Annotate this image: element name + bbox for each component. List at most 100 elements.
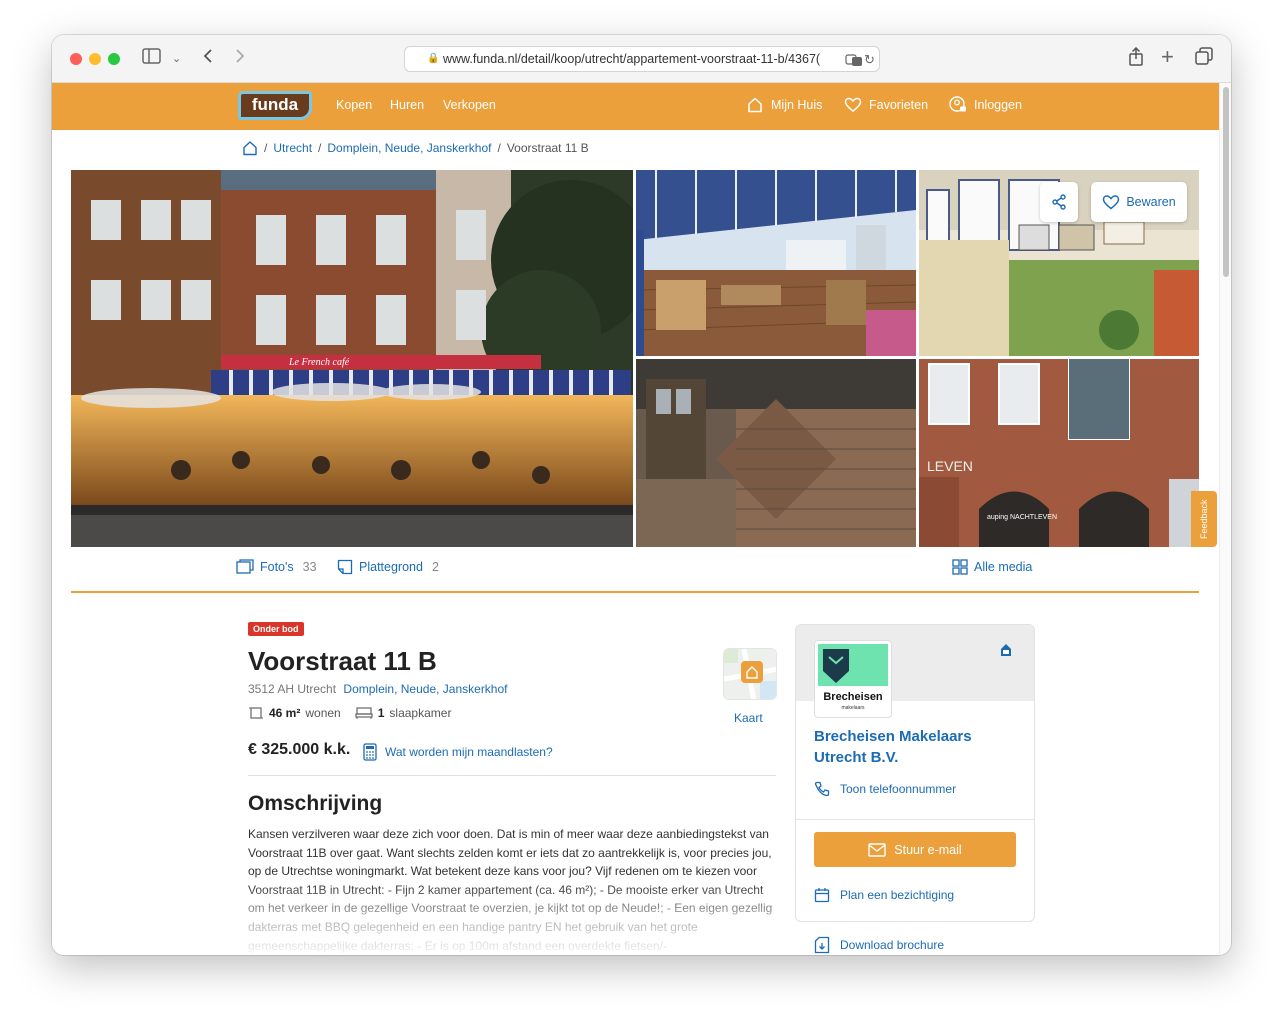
home-icon[interactable] xyxy=(242,140,258,156)
heart-icon xyxy=(844,97,862,112)
breadcrumb-neighbourhood[interactable]: Domplein, Neude, Janskerkhof xyxy=(327,141,491,155)
breadcrumb-current: Voorstraat 11 B xyxy=(506,141,589,155)
photos-link[interactable]: Foto's 33 xyxy=(236,559,317,575)
address-bar[interactable]: 🔒 www.funda.nl/detail/koop/utrecht/appar… xyxy=(404,46,880,72)
all-media-link[interactable]: Alle media xyxy=(952,559,1032,575)
photos-label: Foto's xyxy=(260,560,294,574)
facade-photo[interactable]: LEVEN auping NACHTLEVEN xyxy=(919,359,1199,547)
floorplan-label: Plattegrond xyxy=(359,560,423,574)
nav-login-label: Inloggen xyxy=(974,98,1022,112)
main-photo[interactable]: Le French café xyxy=(71,170,633,547)
mail-icon xyxy=(868,842,886,857)
listing-address: 3512 AH Utrecht Domplein, Neude, Jansker… xyxy=(248,682,508,696)
media-bar: Foto's 33 Plattegrond 2 Alle media xyxy=(52,547,1219,591)
page-viewport: funda Kopen Huren Verkopen Mijn Huis Fav… xyxy=(52,83,1219,955)
back-icon[interactable] xyxy=(202,47,214,71)
sidebar-toggle-icon[interactable] xyxy=(142,47,162,71)
description-heading: Omschrijving xyxy=(248,792,383,815)
photos-count: 33 xyxy=(302,560,317,574)
save-button-label: Bewaren xyxy=(1126,195,1176,209)
neighbourhood-link[interactable]: Domplein, Neude, Janskerkhof xyxy=(343,682,507,696)
description-fade xyxy=(248,883,788,955)
plan-viewing-label: Plan een bezichtiging xyxy=(840,888,955,902)
page-scrollbar[interactable] xyxy=(1219,83,1231,955)
zoom-window-button[interactable] xyxy=(108,53,120,65)
breadcrumb-separator: / xyxy=(318,141,322,155)
send-email-button[interactable]: Stuur e-mail xyxy=(814,832,1016,867)
living-area-feature: 46 m² wonen xyxy=(248,705,341,721)
floorplan-count: 2 xyxy=(431,560,439,574)
agent-divider xyxy=(796,819,1034,820)
map-link[interactable]: Kaart xyxy=(734,711,763,725)
living-area-value: 46 m² xyxy=(269,706,301,720)
agent-logo-subtext: makelaars xyxy=(841,705,865,711)
floorplan-link[interactable]: Plattegrond 2 xyxy=(337,559,439,575)
nav-verkopen[interactable]: Verkopen xyxy=(443,98,496,112)
nav-my-house-label: Mijn Huis xyxy=(771,98,823,112)
facade-lettering: LEVEN xyxy=(927,458,973,474)
minimize-window-button[interactable] xyxy=(89,53,101,65)
forward-icon[interactable] xyxy=(234,47,246,71)
close-window-button[interactable] xyxy=(70,53,82,65)
breadcrumb-separator: / xyxy=(497,141,501,155)
living-area-label: wonen xyxy=(305,706,341,720)
postcode-city: 3512 AH Utrecht xyxy=(248,682,337,696)
url-text: www.funda.nl/detail/koop/utrecht/apparte… xyxy=(443,52,821,66)
nav-login[interactable]: Inloggen xyxy=(949,96,1022,114)
heart-icon xyxy=(1103,195,1120,210)
agent-logo[interactable]: Brecheisen makelaars xyxy=(814,640,892,718)
monthly-costs-label: Wat worden mijn maandlasten? xyxy=(385,745,553,759)
nav-my-house[interactable]: Mijn Huis xyxy=(746,96,822,114)
scrollbar-thumb[interactable] xyxy=(1223,87,1229,277)
entrance-photo[interactable] xyxy=(636,359,916,547)
feedback-tab[interactable]: Feedback xyxy=(1191,491,1217,547)
download-brochure-link[interactable]: Download brochure xyxy=(814,936,944,954)
map-thumbnail[interactable] xyxy=(723,648,777,700)
agent-logo-text: Brecheisen xyxy=(823,691,883,703)
breadcrumb-utrecht[interactable]: Utrecht xyxy=(273,141,312,155)
save-button[interactable]: Bewaren xyxy=(1091,182,1187,222)
monthly-costs-link[interactable]: Wat worden mijn maandlasten? xyxy=(363,743,553,761)
nav-favorites[interactable]: Favorieten xyxy=(844,96,928,114)
photo-gallery: Le French café LEVEN auping NACHTLEVEN B… xyxy=(71,170,1199,547)
house-icon xyxy=(748,97,762,113)
user-lock-icon xyxy=(949,96,966,112)
terrace-photo[interactable] xyxy=(636,170,916,356)
chevron-down-icon[interactable]: ⌄ xyxy=(172,47,181,71)
breadcrumb: / Utrecht / Domplein, Neude, Janskerkhof… xyxy=(242,140,589,156)
photos-icon xyxy=(236,559,254,574)
listing-title: Voorstraat 11 B xyxy=(248,646,437,676)
bedrooms-label: slaapkamer xyxy=(389,706,452,720)
nav-favorites-label: Favorieten xyxy=(869,98,929,112)
new-tab-icon[interactable]: + xyxy=(1161,45,1174,69)
show-phone-link[interactable]: Toon telefoonnummer xyxy=(814,781,956,797)
download-document-icon xyxy=(814,936,830,954)
show-phone-label: Toon telefoonnummer xyxy=(840,782,957,796)
plan-viewing-link[interactable]: Plan een bezichtiging xyxy=(814,887,954,903)
nav-kopen[interactable]: Kopen xyxy=(336,98,372,112)
divider xyxy=(248,775,776,776)
site-header: funda Kopen Huren Verkopen Mijn Huis Fav… xyxy=(52,83,1219,130)
floorplan-icon xyxy=(337,559,353,575)
share-icon[interactable] xyxy=(1128,46,1144,73)
download-brochure-label: Download brochure xyxy=(840,938,945,952)
funda-logo[interactable]: funda xyxy=(238,91,312,120)
all-media-label: Alle media xyxy=(974,560,1033,574)
agent-logo-shield-icon xyxy=(823,649,849,683)
bed-icon xyxy=(355,707,373,719)
nav-huren[interactable]: Huren xyxy=(390,98,424,112)
cafe-sign-text: Le French café xyxy=(288,357,350,368)
lock-icon: 🔒 xyxy=(427,53,440,64)
bedrooms-value: 1 xyxy=(377,706,385,720)
listing-price: € 325.000 k.k. xyxy=(248,741,351,758)
share-icon xyxy=(1052,194,1066,210)
translate-icon[interactable] xyxy=(845,49,863,73)
agent-card: Brecheisen makelaars Brecheisen Makelaar… xyxy=(795,624,1035,922)
area-icon xyxy=(249,707,263,719)
share-button[interactable] xyxy=(1040,182,1078,222)
phone-icon xyxy=(814,781,830,797)
section-divider xyxy=(71,591,1199,593)
reload-icon[interactable]: ↻ xyxy=(864,48,875,72)
agent-name-link[interactable]: Brecheisen Makelaars Utrecht B.V. xyxy=(814,726,1014,768)
tab-overview-icon[interactable] xyxy=(1195,47,1213,71)
